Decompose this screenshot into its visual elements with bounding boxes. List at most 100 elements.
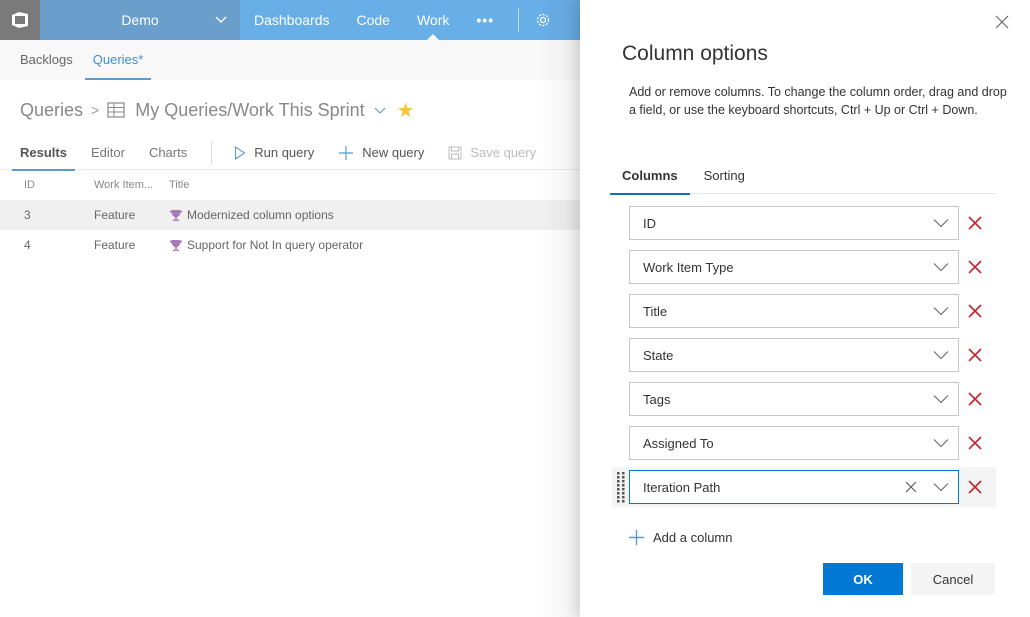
ok-button[interactable]: OK: [823, 563, 903, 595]
remove-column-icon[interactable]: [967, 215, 983, 231]
cell-title-text[interactable]: Modernized column options: [187, 208, 334, 222]
clear-icon[interactable]: [901, 481, 921, 493]
project-selector[interactable]: Demo: [40, 0, 240, 40]
breadcrumb-separator: >: [91, 102, 100, 118]
chevron-down-icon[interactable]: [931, 218, 951, 228]
drag-handle-icon[interactable]: [612, 470, 629, 504]
chevron-down-icon[interactable]: [931, 262, 951, 272]
save-query-button[interactable]: Save query: [448, 140, 536, 170]
vsts-logo[interactable]: [0, 0, 40, 40]
column-field-dropdown[interactable]: Work Item Type: [629, 250, 959, 284]
new-query-button[interactable]: New query: [338, 140, 424, 170]
breadcrumb: Queries > My Queries/Work This Sprint ★: [0, 80, 600, 140]
remove-column-icon[interactable]: [967, 391, 983, 407]
chevron-down-icon: [214, 13, 228, 30]
column-header-work-item-type[interactable]: Work Item...: [94, 179, 169, 191]
tab-sorting[interactable]: Sorting: [692, 163, 757, 194]
cell-title: Modernized column options: [169, 208, 334, 222]
remove-column-icon[interactable]: [967, 435, 983, 451]
remove-column-icon[interactable]: [967, 479, 983, 495]
nav-code[interactable]: Code: [357, 0, 390, 40]
tab-columns[interactable]: Columns: [610, 163, 690, 195]
more-icon[interactable]: •••: [476, 12, 494, 28]
panel-tabs: Columns Sorting: [610, 163, 996, 195]
results-grid: ID Work Item... Title 3 Feature Moderniz…: [0, 170, 600, 260]
column-row[interactable]: Assigned To: [612, 423, 996, 463]
remove-column-icon[interactable]: [967, 347, 983, 363]
column-field-dropdown[interactable]: Tags: [629, 382, 959, 416]
toolbar-divider: [211, 140, 213, 165]
column-row[interactable]: Tags: [612, 379, 996, 419]
trophy-icon: [169, 239, 183, 252]
remove-column-icon[interactable]: [967, 259, 983, 275]
chevron-down-icon[interactable]: [931, 306, 951, 316]
grid-header: ID Work Item... Title: [0, 170, 600, 200]
run-query-button[interactable]: Run query: [234, 140, 314, 170]
work-hub-background: Demo Dashboards Code Work ••• Backlogs Q…: [0, 0, 600, 617]
breadcrumb-queries[interactable]: Queries: [20, 100, 83, 121]
chevron-down-icon[interactable]: [931, 482, 951, 492]
close-icon[interactable]: [992, 12, 1012, 32]
chevron-down-icon[interactable]: [373, 103, 387, 117]
column-row[interactable]: Work Item Type: [612, 247, 996, 287]
column-row[interactable]: Iteration Path: [612, 467, 996, 507]
column-field-value: Work Item Type: [643, 259, 734, 275]
vsts-logo-icon: [12, 12, 28, 28]
column-field-dropdown[interactable]: ID: [629, 206, 959, 240]
column-field-value: State: [643, 347, 674, 363]
cell-type: Feature: [94, 238, 136, 252]
cell-type: Feature: [94, 208, 136, 222]
top-navigation-bar: Demo Dashboards Code Work •••: [0, 0, 600, 40]
query-title: My Queries/Work This Sprint: [135, 99, 365, 120]
column-row[interactable]: Title: [612, 291, 996, 331]
column-field-value: Tags: [643, 391, 671, 407]
table-row[interactable]: 4 Feature Support for Not In query opera…: [0, 230, 600, 260]
run-query-label: Run query: [254, 145, 315, 160]
hub-tabs: Backlogs Queries*: [0, 40, 600, 80]
column-field-dropdown[interactable]: Iteration Path: [629, 470, 959, 504]
column-field-dropdown[interactable]: Assigned To: [629, 426, 959, 460]
trophy-icon: [169, 209, 183, 222]
column-header-id[interactable]: ID: [0, 179, 94, 191]
column-row[interactable]: ID: [612, 203, 996, 243]
column-field-value: Title: [643, 303, 668, 319]
nav-dashboards[interactable]: Dashboards: [254, 0, 330, 40]
remove-column-icon[interactable]: [967, 303, 983, 319]
cell-title-text[interactable]: Support for Not In query operator: [187, 238, 363, 252]
panel-title: Column options: [622, 42, 768, 65]
save-query-label: Save query: [470, 145, 537, 160]
tab-queries[interactable]: Queries*: [84, 40, 151, 80]
nav-work[interactable]: Work: [417, 0, 449, 40]
column-field-value: ID: [643, 215, 656, 231]
query-table-icon: [107, 102, 125, 118]
column-header-title[interactable]: Title: [169, 179, 189, 191]
column-field-dropdown[interactable]: Title: [629, 294, 959, 328]
tab-charts[interactable]: Charts: [149, 140, 187, 170]
column-row[interactable]: State: [612, 335, 996, 375]
panel-description: Add or remove columns. To change the col…: [629, 85, 1007, 117]
save-icon: [448, 146, 462, 160]
cell-id: 4: [24, 238, 31, 252]
cancel-button[interactable]: Cancel: [911, 563, 995, 595]
chevron-down-icon[interactable]: [931, 394, 951, 404]
table-row[interactable]: 3 Feature Modernized column options: [0, 200, 600, 230]
chevron-down-icon[interactable]: [931, 438, 951, 448]
new-query-label: New query: [362, 145, 425, 160]
tab-editor[interactable]: Editor: [91, 140, 125, 170]
query-toolbar: Results Editor Charts Run query New quer…: [0, 140, 600, 171]
cell-id: 3: [24, 208, 31, 222]
column-field-dropdown[interactable]: State: [629, 338, 959, 372]
gear-icon[interactable]: [535, 12, 551, 28]
tab-backlogs[interactable]: Backlogs: [20, 40, 73, 80]
nav-divider: [518, 8, 520, 32]
play-icon: [234, 145, 246, 160]
cell-title: Support for Not In query operator: [169, 238, 363, 252]
column-options-panel: Column options Add or remove columns. To…: [580, 0, 1030, 617]
plus-icon: [628, 529, 645, 546]
project-name: Demo: [121, 12, 159, 28]
favorite-star-icon[interactable]: ★: [397, 98, 415, 123]
chevron-down-icon[interactable]: [931, 350, 951, 360]
tab-results[interactable]: Results: [12, 140, 75, 171]
add-column-button[interactable]: Add a column: [628, 529, 733, 546]
column-field-value: Iteration Path: [643, 479, 721, 495]
